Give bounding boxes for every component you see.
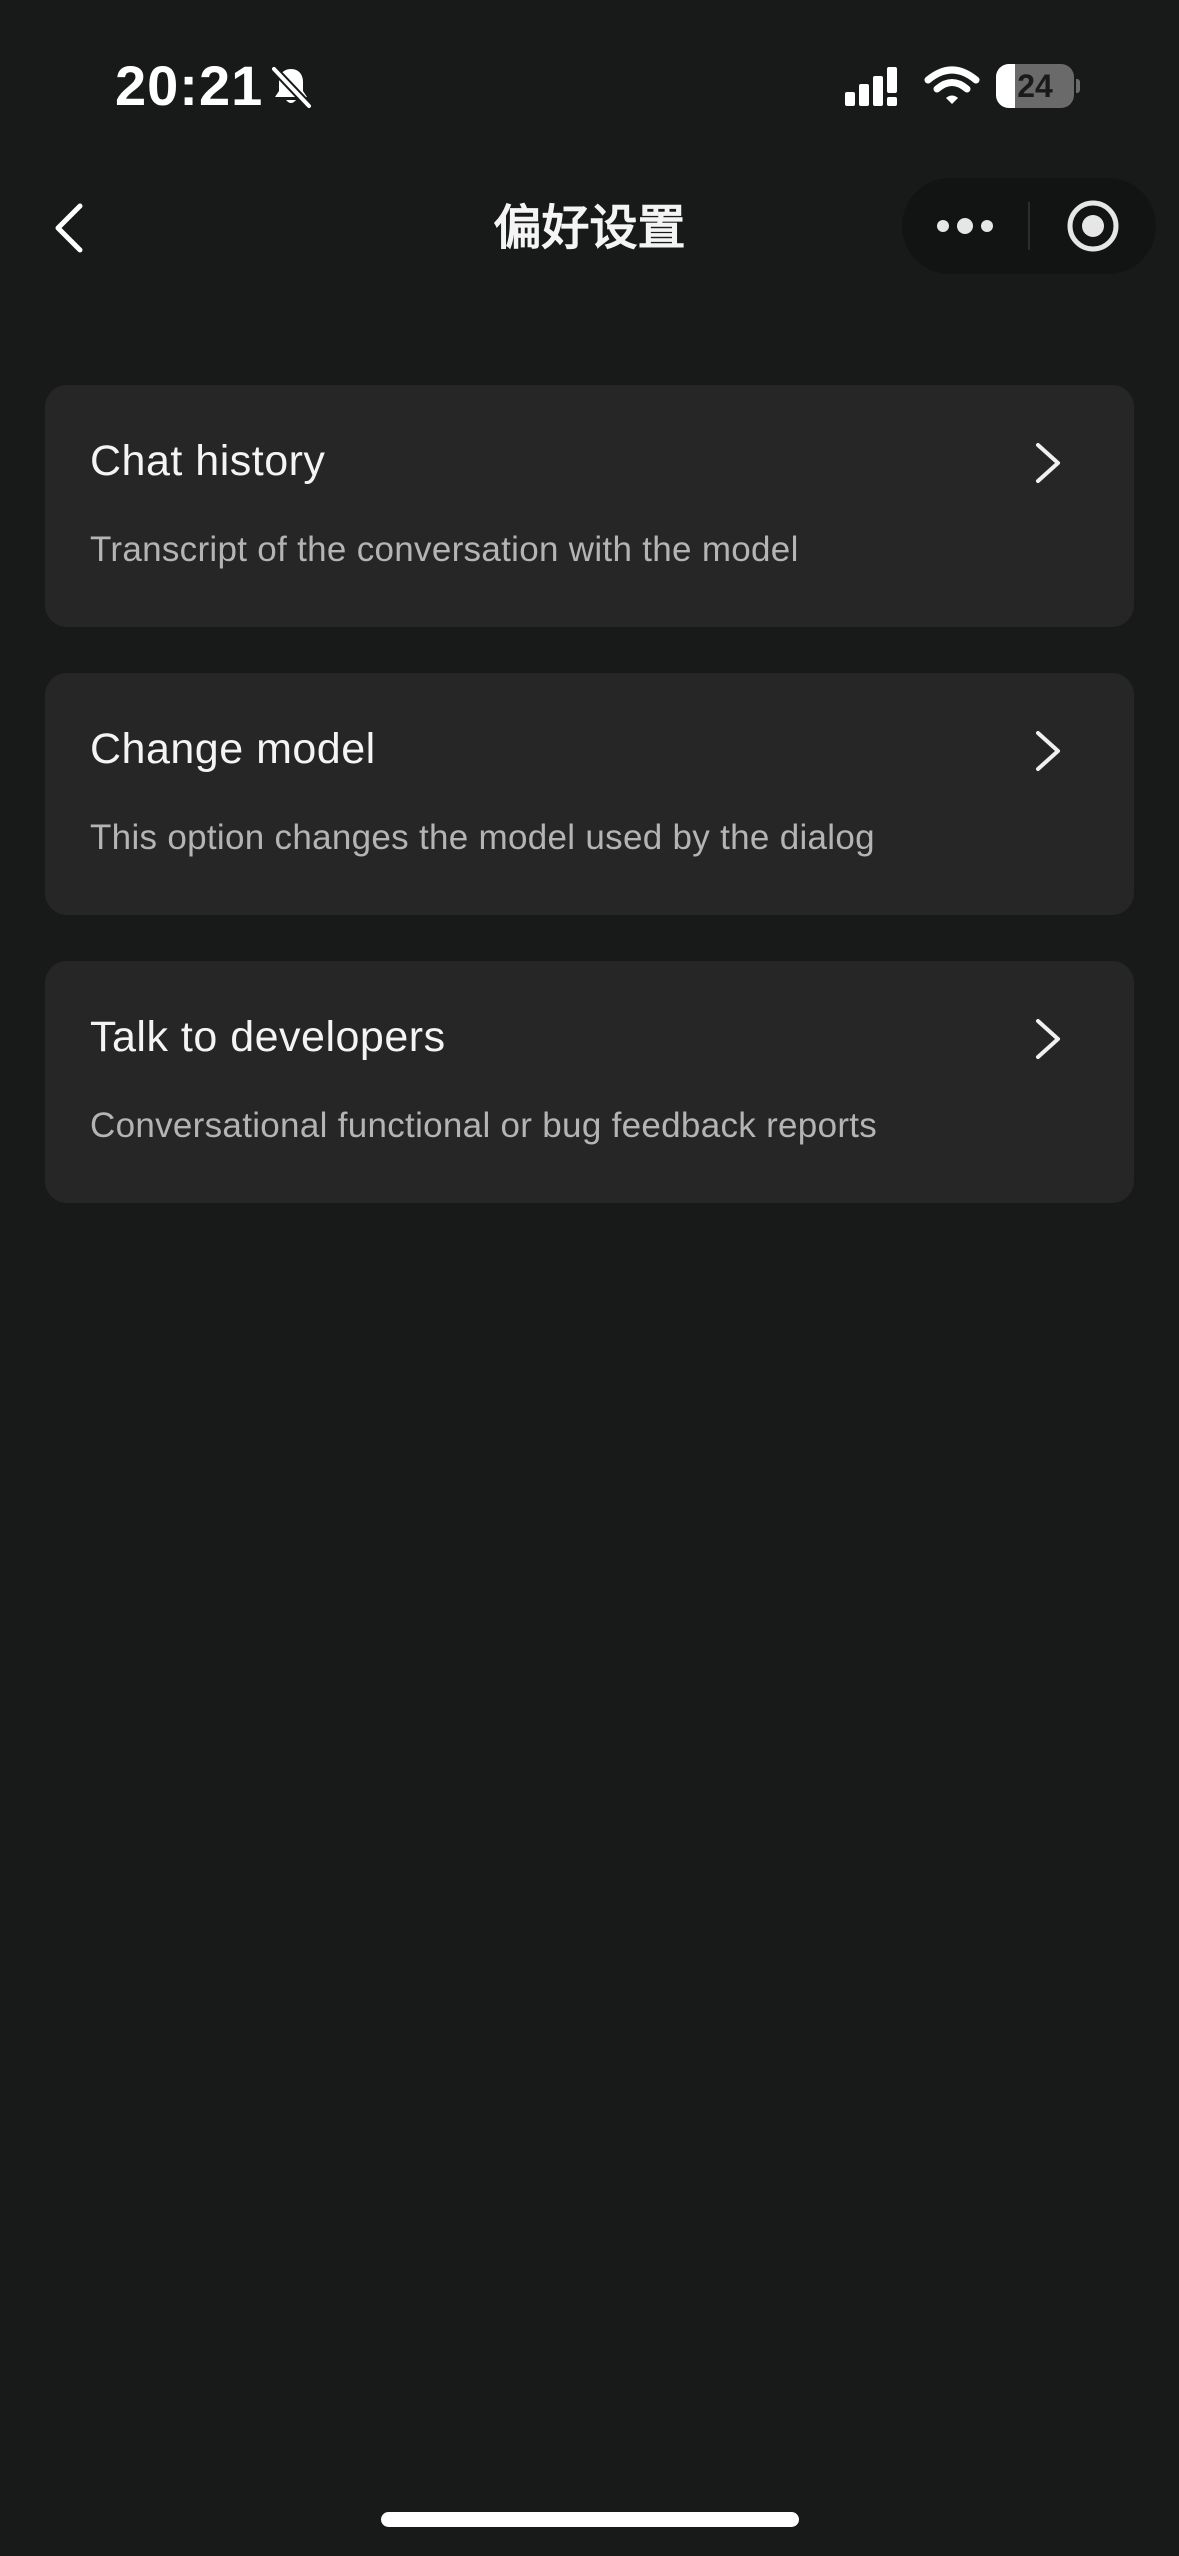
status-bar: 20:21 24 (0, 0, 1179, 170)
chevron-right-icon (1036, 443, 1060, 483)
close-button[interactable] (1030, 178, 1156, 274)
target-circle-icon (1067, 200, 1119, 252)
menu-item-talk-to-developers[interactable]: Talk to developers Conversational functi… (45, 961, 1134, 1203)
wifi-icon (924, 66, 980, 104)
more-dots-icon (937, 218, 993, 234)
menu-item-description: Conversational functional or bug feedbac… (90, 1106, 878, 1145)
menu-item-title: Talk to developers (90, 1013, 446, 1061)
battery-level: 24 (1017, 68, 1053, 104)
battery-body: 24 (996, 64, 1074, 108)
preferences-menu: Chat history Transcript of the conversat… (45, 385, 1134, 1249)
menu-item-chat-history[interactable]: Chat history Transcript of the conversat… (45, 385, 1134, 627)
navigation-bar: 偏好设置 (0, 170, 1179, 286)
menu-item-title: Chat history (90, 437, 326, 485)
menu-item-title: Change model (90, 725, 376, 773)
menu-item-description: Transcript of the conversation with the … (90, 530, 799, 569)
more-button[interactable] (902, 178, 1028, 274)
battery-tip (1076, 79, 1080, 93)
cellular-signal-icon (845, 67, 897, 106)
battery-icon: 24 (996, 64, 1080, 108)
chevron-right-icon (1036, 1019, 1060, 1059)
home-indicator[interactable] (381, 2512, 799, 2527)
bell-slash-icon (270, 65, 313, 110)
chevron-right-icon (1036, 731, 1060, 771)
mini-program-capsule (902, 178, 1156, 274)
menu-item-description: This option changes the model used by th… (90, 818, 875, 857)
menu-item-change-model[interactable]: Change model This option changes the mod… (45, 673, 1134, 915)
status-time: 20:21 (115, 54, 264, 117)
